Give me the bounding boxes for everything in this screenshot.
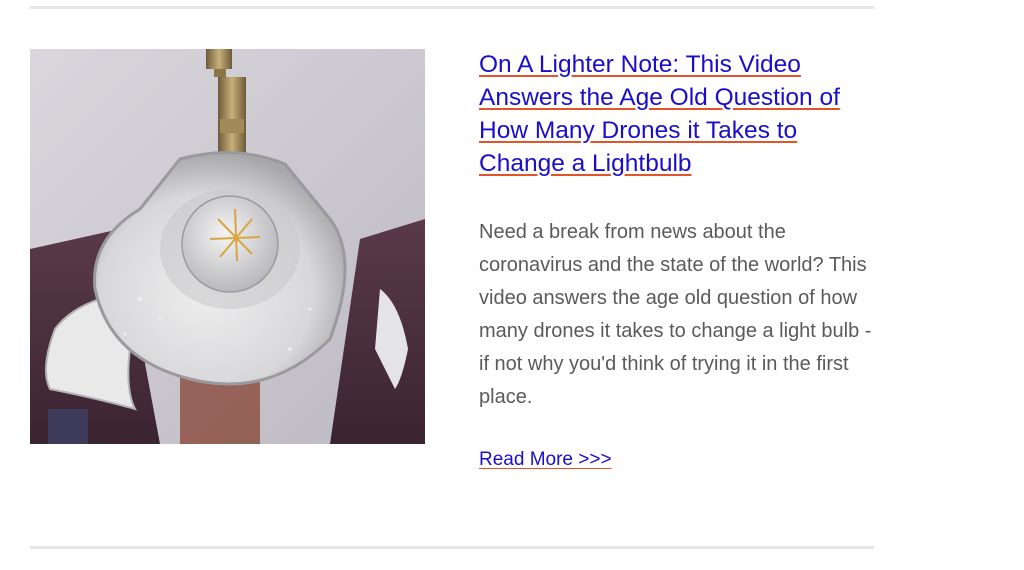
lightbulb-fixture-image: [30, 49, 425, 444]
article-content: On A Lighter Note: This Video Answers th…: [479, 48, 879, 472]
top-divider: [30, 6, 874, 9]
read-more-link[interactable]: Read More >>>: [479, 448, 612, 472]
article-thumbnail-link[interactable]: [30, 49, 425, 444]
article-card: On A Lighter Note: This Video Answers th…: [0, 0, 1024, 570]
article-title-link[interactable]: On A Lighter Note: This Video Answers th…: [479, 48, 879, 180]
bottom-divider: [30, 546, 874, 549]
article-summary: Need a break from news about the coronav…: [479, 221, 872, 408]
